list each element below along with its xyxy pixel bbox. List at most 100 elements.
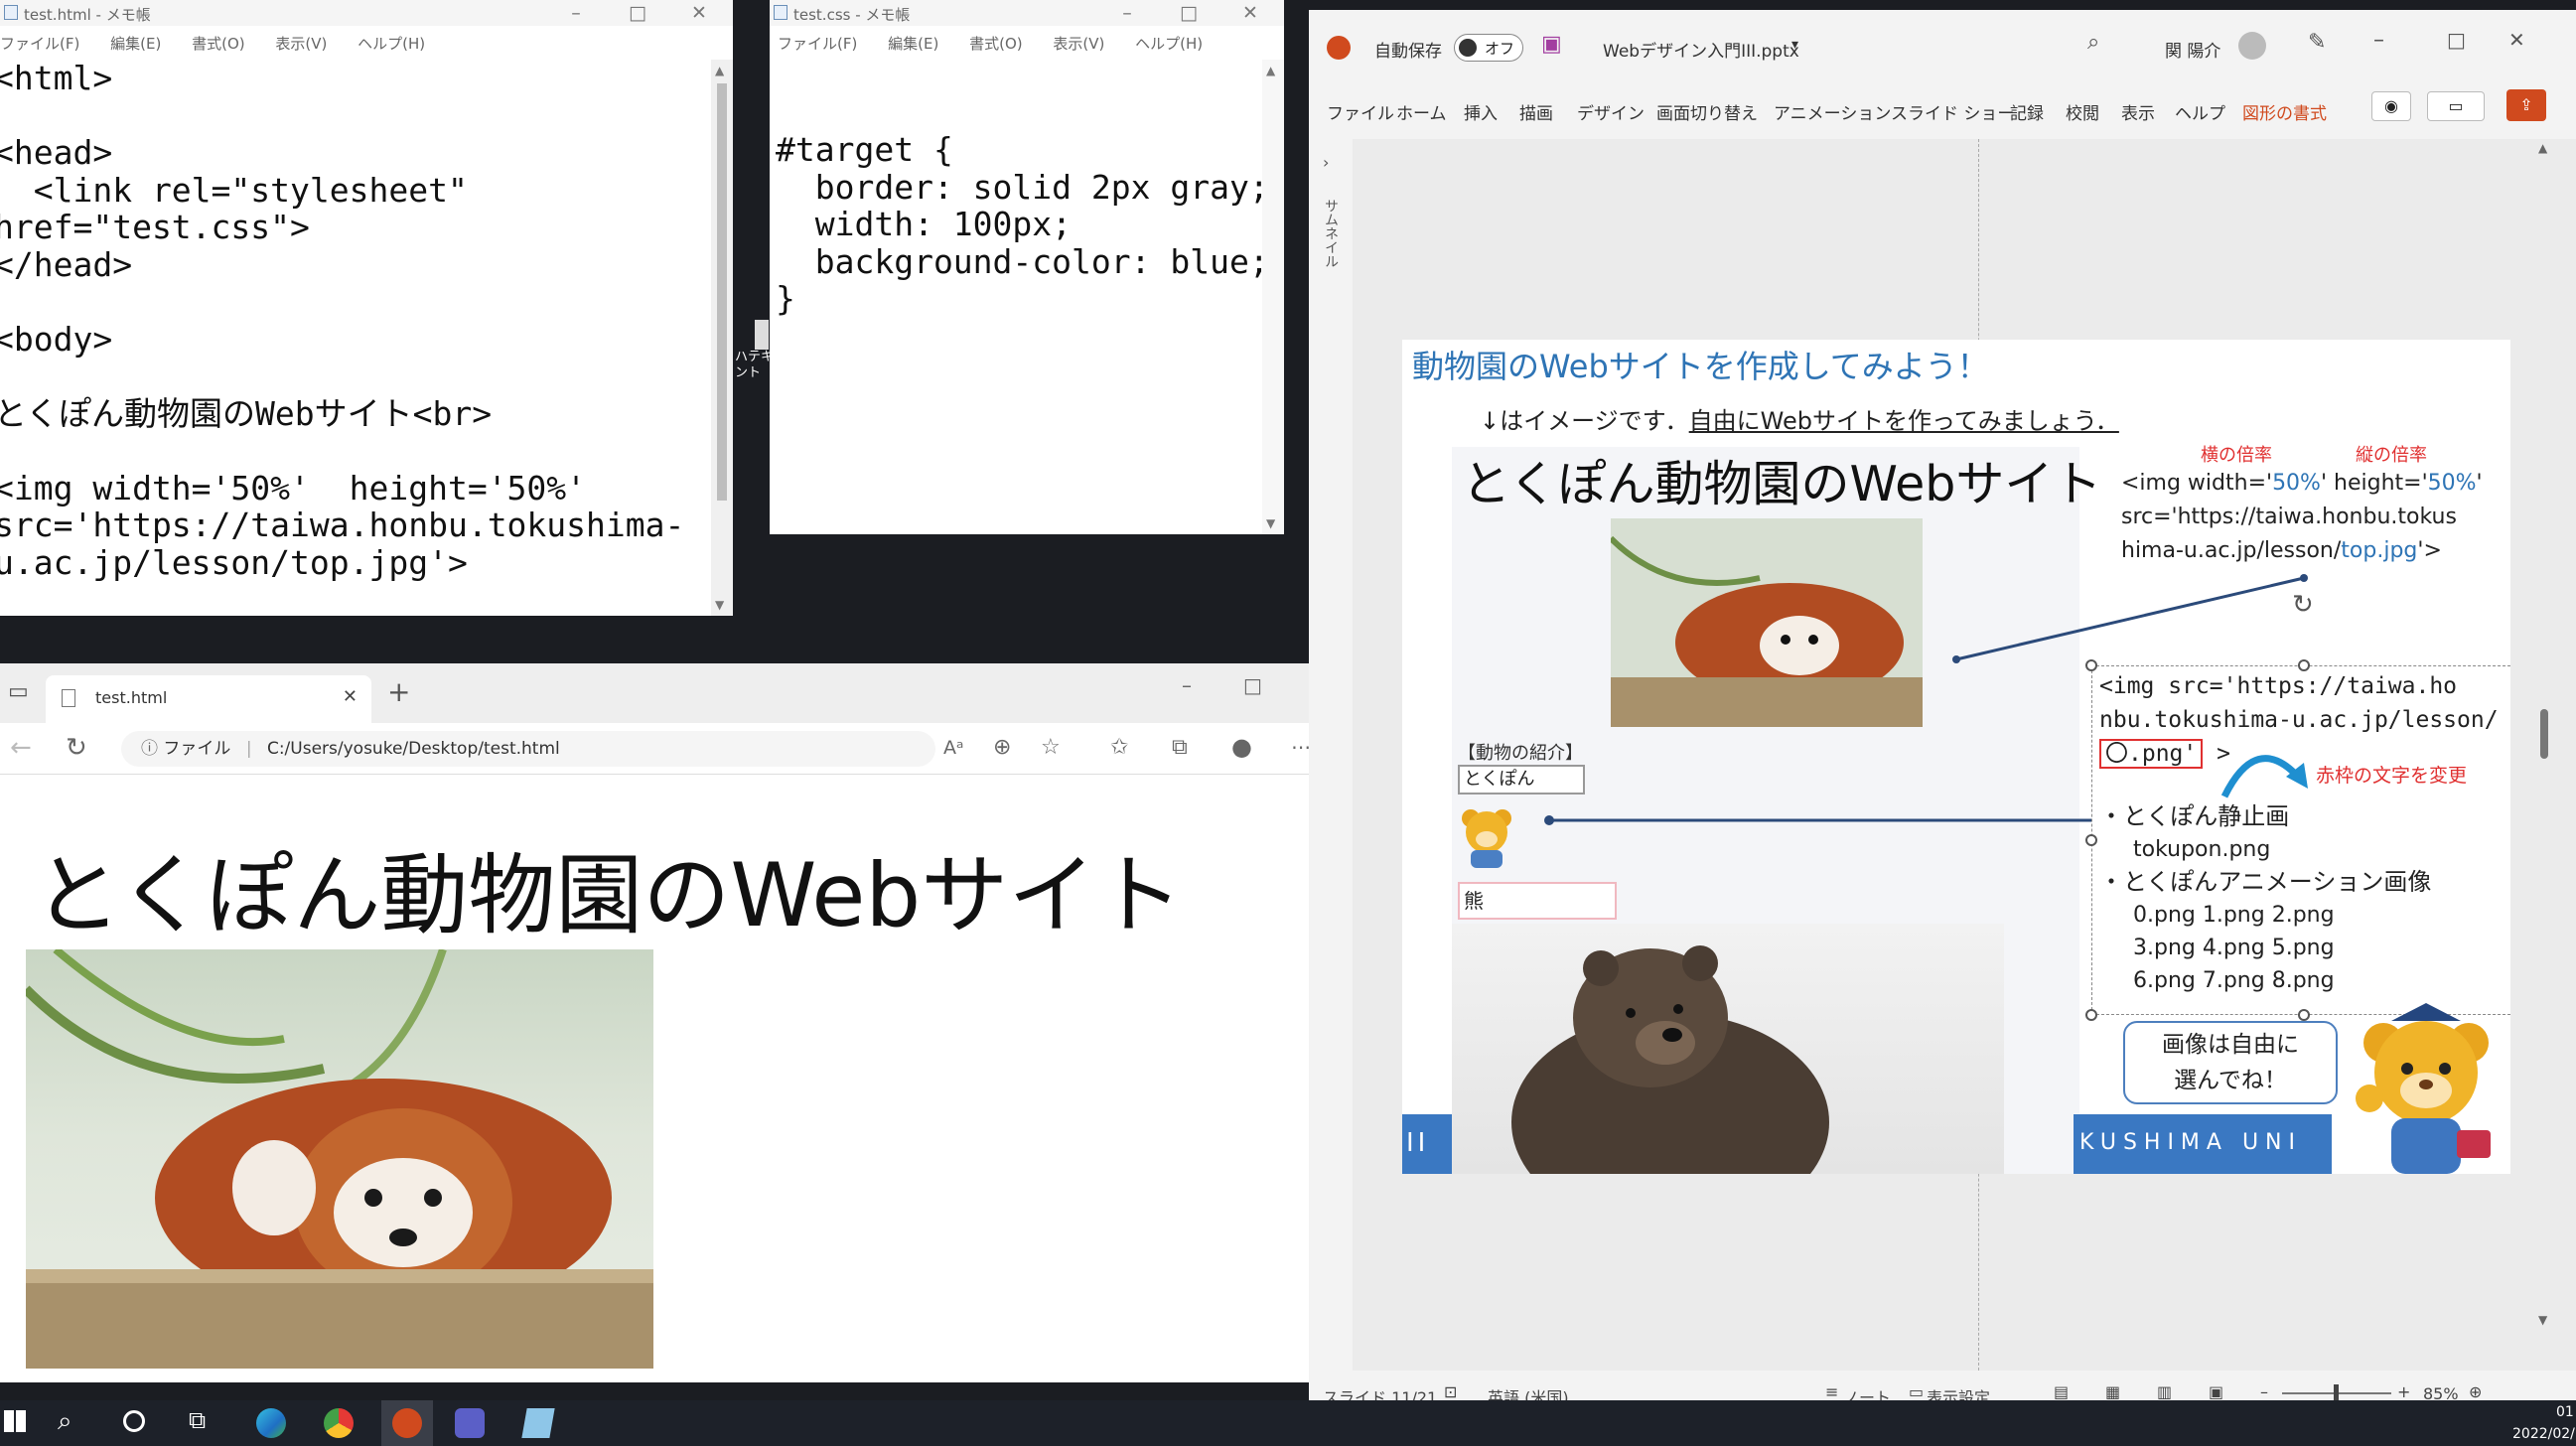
refresh-icon[interactable]: ↻ <box>66 733 87 763</box>
zoom-icon[interactable]: ⊕ <box>993 735 1011 760</box>
menu-edit[interactable]: 編集(E) <box>888 35 938 53</box>
maximize-icon[interactable]: □ <box>1169 0 1209 26</box>
slideshow-icon[interactable]: ▣ <box>2209 1382 2223 1400</box>
zoom-in-icon[interactable]: + <box>2397 1382 2410 1400</box>
mock-input-tokupon[interactable]: とくぽん <box>1458 765 1585 795</box>
code-sample-b[interactable]: <img src='https://taiwa.ho nbu.tokushima… <box>2099 669 2499 771</box>
tab-home[interactable]: ホーム <box>1396 99 1447 124</box>
tab-slideshow[interactable]: スライド ショー <box>1891 99 2014 124</box>
autosave-toggle[interactable]: オフ <box>1454 34 1523 62</box>
search-icon[interactable]: ⌕ <box>2087 30 2099 55</box>
new-tab-button[interactable]: + <box>387 675 410 708</box>
tab-record[interactable]: 記録 <box>2010 99 2044 124</box>
tab-transitions[interactable]: 画面切り替え <box>1656 99 1758 124</box>
search-icon[interactable]: ⌕ <box>58 1406 72 1437</box>
mock-input-bear[interactable]: 熊 <box>1458 882 1617 920</box>
menu-file[interactable]: ファイル(F) <box>778 35 857 53</box>
minimize-icon[interactable]: – <box>1182 673 1192 697</box>
scroll-up-icon[interactable]: ▲ <box>2538 141 2547 155</box>
notes-icon[interactable]: ≡ <box>1825 1382 1838 1400</box>
start-icon[interactable] <box>4 1410 26 1432</box>
profile-icon[interactable]: ● <box>1231 733 1252 761</box>
scroll-down-icon[interactable]: ▼ <box>2538 1313 2547 1327</box>
normal-view-icon[interactable]: ▤ <box>2054 1382 2069 1400</box>
collections-icon[interactable]: ⧉ <box>1172 735 1188 760</box>
menu-view[interactable]: 表示(V) <box>1053 35 1104 53</box>
tab-review[interactable]: 校閲 <box>2066 99 2099 124</box>
tab-file[interactable]: ファイル <box>1327 99 1394 124</box>
accessibility-icon[interactable]: ⊡ <box>1444 1382 1457 1400</box>
powerpoint-taskbar-icon[interactable] <box>381 1400 433 1446</box>
minimize-icon[interactable]: – <box>556 0 596 26</box>
zoom-level[interactable]: 85% <box>2423 1384 2459 1400</box>
menu-edit[interactable]: 編集(E) <box>110 35 161 53</box>
zoom-slider[interactable] <box>2282 1384 2391 1400</box>
ppt-vscroll[interactable]: ▲ ▼ <box>2534 139 2554 1380</box>
maximize-icon[interactable]: □ <box>618 0 657 26</box>
zoom-slider-thumb[interactable] <box>2334 1384 2339 1400</box>
tab-animations[interactable]: アニメーション <box>1774 99 1891 124</box>
tab-insert[interactable]: 挿入 <box>1464 99 1498 124</box>
status-display-settings[interactable]: 表示設定 <box>1927 1384 1990 1400</box>
vertical-scrollbar[interactable]: ▲ ▼ <box>711 60 733 616</box>
status-notes[interactable]: ノート <box>1843 1384 1891 1400</box>
resize-handle-bl[interactable] <box>2085 1009 2097 1021</box>
close-icon[interactable]: ✕ <box>2508 28 2525 52</box>
vertical-scrollbar[interactable]: ▲ ▼ <box>1262 60 1284 534</box>
tab-close-icon[interactable]: ✕ <box>343 686 358 707</box>
chrome-icon[interactable] <box>324 1408 354 1438</box>
more-icon[interactable]: ⋯ <box>1291 735 1309 759</box>
resize-handle-ml[interactable] <box>2085 834 2097 846</box>
desktop-icon-fragment[interactable]: ハテキ ント <box>735 320 774 399</box>
scroll-thumb[interactable] <box>2540 709 2548 759</box>
tab-view[interactable]: 表示 <box>2121 99 2155 124</box>
favorites-icon[interactable]: ✩ <box>1110 735 1128 760</box>
teams-icon[interactable] <box>455 1408 485 1438</box>
scroll-up-icon[interactable]: ▲ <box>1266 64 1275 77</box>
status-language[interactable]: 英語 (米国) <box>1488 1384 1569 1400</box>
menu-view[interactable]: 表示(V) <box>275 35 327 53</box>
slide[interactable]: 動物園のWebサイトを作成してみよう！ ↓はイメージです．自由にWebサイトを作… <box>1402 340 2510 1174</box>
share-icon[interactable]: ⇪ <box>2506 89 2546 121</box>
tab-test-html[interactable]: test.html ✕ <box>46 675 371 723</box>
maximize-icon[interactable]: □ <box>1243 673 1262 697</box>
rotate-handle-icon[interactable]: ↻ <box>2292 590 2314 620</box>
display-settings-icon[interactable]: ▭ <box>1909 1382 1924 1400</box>
zoom-out-icon[interactable]: – <box>2260 1382 2268 1400</box>
fit-slide-icon[interactable]: ⊕ <box>2469 1382 2482 1400</box>
save-icon[interactable]: ▣ <box>1541 32 1562 57</box>
scroll-down-icon[interactable]: ▼ <box>715 598 724 612</box>
chevron-right-icon[interactable]: › <box>1323 153 1329 172</box>
tab-help[interactable]: ヘルプ <box>2175 99 2225 124</box>
menu-file[interactable]: ファイル(F) <box>0 35 79 53</box>
minimize-icon[interactable]: – <box>1107 0 1147 26</box>
thumbnail-pane[interactable]: › サムネイル <box>1309 139 1353 1380</box>
scroll-thumb[interactable] <box>717 83 727 501</box>
slide-sorter-icon[interactable]: ▦ <box>2105 1382 2120 1400</box>
titlebar[interactable]: test.html - メモ帳 – □ ✕ <box>0 0 733 26</box>
reading-view-icon[interactable]: ▥ <box>2157 1382 2172 1400</box>
notepad-taskbar-icon[interactable] <box>521 1408 555 1438</box>
avatar[interactable] <box>2238 32 2266 60</box>
menu-help[interactable]: ヘルプ(H) <box>1135 35 1203 53</box>
edge-icon[interactable] <box>256 1408 286 1438</box>
task-view-icon[interactable]: ⧉ <box>189 1406 206 1434</box>
code-editor[interactable]: <html> <head> <link rel="stylesheet" hre… <box>0 60 709 616</box>
resize-handle-tl[interactable] <box>2085 659 2097 671</box>
menu-help[interactable]: ヘルプ(H) <box>358 35 425 53</box>
cortana-icon[interactable] <box>123 1410 145 1432</box>
scroll-up-icon[interactable]: ▲ <box>715 64 724 77</box>
close-icon[interactable]: ✕ <box>679 0 719 26</box>
minimize-icon[interactable]: – <box>2373 28 2384 53</box>
back-icon[interactable]: ← <box>10 733 32 763</box>
chevron-down-icon[interactable]: ▾ <box>1791 37 1798 53</box>
tab-shape-format[interactable]: 図形の書式 <box>2242 99 2327 124</box>
pen-icon[interactable]: ✎ <box>2308 30 2326 55</box>
favorite-icon[interactable]: ☆ <box>1041 735 1061 760</box>
tab-actions-icon[interactable]: ▭ <box>8 679 29 704</box>
comment-icon[interactable]: ▭ <box>2427 91 2485 121</box>
menu-format[interactable]: 書式(O) <box>192 35 245 53</box>
read-aloud-icon[interactable]: Aᵃ <box>943 737 963 759</box>
tab-design[interactable]: デザイン <box>1577 99 1645 124</box>
scroll-down-icon[interactable]: ▼ <box>1266 516 1275 530</box>
